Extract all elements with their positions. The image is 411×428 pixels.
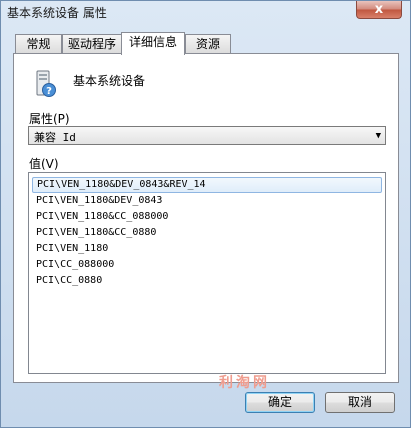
tab-resources-label: 资源: [195, 37, 220, 51]
tab-general-label: 常规: [26, 37, 51, 51]
cancel-button[interactable]: 取消: [325, 392, 395, 413]
list-item[interactable]: PCI\VEN_1180&CC_088000: [32, 209, 382, 225]
ok-button-label: 确定: [267, 395, 292, 409]
window-title: 基本系统设备 属性: [7, 6, 107, 20]
system-device-question-icon: ?: [36, 70, 56, 97]
svg-text:?: ?: [46, 86, 52, 97]
close-button[interactable]: x: [356, 1, 402, 19]
title-bar[interactable]: 基本系统设备 属性 x: [1, 1, 410, 23]
property-select[interactable]: 兼容 Id ▼: [28, 126, 386, 145]
tab-details-label: 详细信息: [128, 35, 177, 49]
list-item[interactable]: PCI\CC_0880: [32, 273, 382, 289]
close-icon: x: [374, 2, 384, 17]
value-label: 值(V): [29, 157, 59, 171]
watermark: 利淘网: [219, 375, 270, 391]
list-item[interactable]: PCI\VEN_1180&DEV_0843: [32, 193, 382, 209]
list-item[interactable]: PCI\VEN_1180&DEV_0843&REV_14: [32, 177, 382, 193]
tab-general[interactable]: 常规: [15, 34, 62, 53]
property-select-value: 兼容 Id: [34, 131, 76, 144]
properties-dialog: 基本系统设备 属性 x 常规 驱动程序 详细信息 资源 ? 基本系统设备 属性(…: [0, 0, 411, 428]
tab-resources[interactable]: 资源: [185, 34, 231, 53]
cancel-button-label: 取消: [347, 395, 372, 409]
details-panel: ? 基本系统设备 属性(P) 兼容 Id ▼ 值(V) PCI\VEN_1180…: [13, 53, 399, 383]
list-item[interactable]: PCI\CC_088000: [32, 257, 382, 273]
tab-details[interactable]: 详细信息: [121, 32, 185, 55]
property-label: 属性(P): [29, 112, 70, 126]
value-listbox[interactable]: PCI\VEN_1180&DEV_0843&REV_14 PCI\VEN_118…: [28, 172, 386, 374]
tab-driver-label: 驱动程序: [67, 37, 116, 51]
device-name: 基本系统设备: [73, 74, 146, 88]
list-item[interactable]: PCI\VEN_1180: [32, 241, 382, 257]
ok-button[interactable]: 确定: [245, 392, 315, 413]
dropdown-arrow-icon: ▼: [375, 131, 381, 141]
tab-driver[interactable]: 驱动程序: [62, 34, 122, 53]
list-item[interactable]: PCI\VEN_1180&CC_0880: [32, 225, 382, 241]
